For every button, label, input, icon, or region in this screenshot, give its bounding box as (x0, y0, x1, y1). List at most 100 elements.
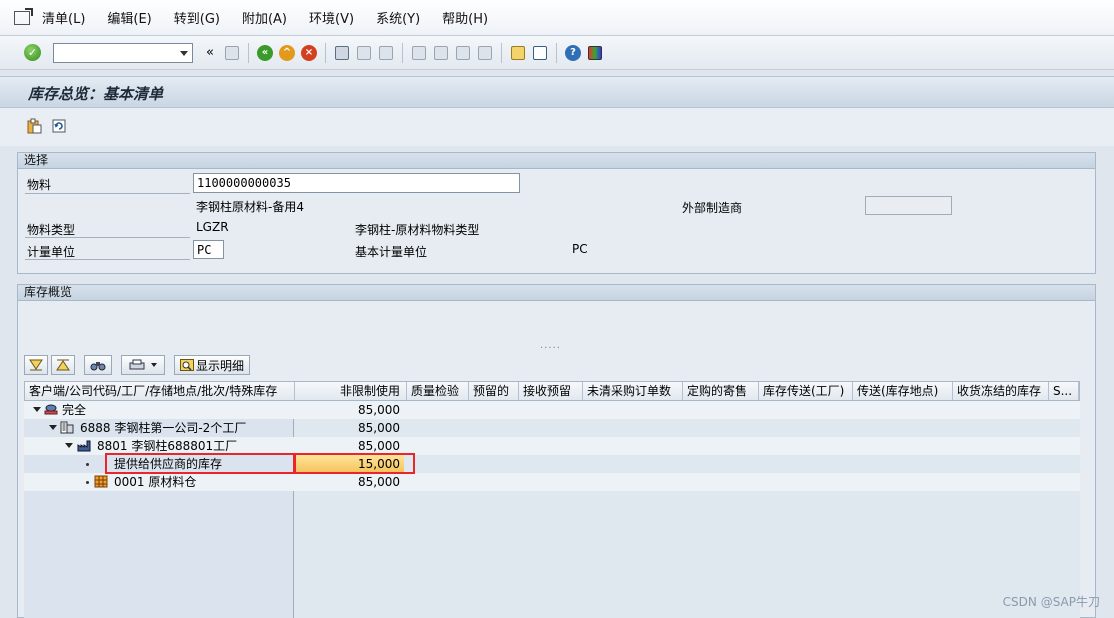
label-underline (25, 259, 190, 260)
exit-icon[interactable]: ^ (278, 44, 296, 62)
splitter-handle[interactable]: ..... (540, 340, 561, 351)
find-grid-button[interactable] (84, 355, 112, 375)
first-page-icon[interactable] (410, 44, 428, 62)
enter-checkmark-icon[interactable]: ✓ (24, 44, 41, 61)
clipboard-icon[interactable] (26, 118, 42, 134)
grid-toolbar: 显示明细 (24, 354, 253, 376)
column-header-more[interactable]: S... (1049, 382, 1079, 400)
show-detail-button[interactable]: 显示明细 (174, 355, 250, 375)
annotation-box-value (294, 453, 415, 474)
label-underline (25, 237, 190, 238)
material-type-description: 李钢柱-原材料物料类型 (355, 223, 480, 237)
column-header-gr-blocked-stock[interactable]: 收货冻结的库存 (953, 382, 1049, 400)
toolbar-separator (248, 42, 249, 63)
application-toolbar (0, 108, 1114, 146)
printer-icon (129, 359, 145, 370)
menu-extras[interactable]: 附加(A) (242, 8, 287, 27)
refresh-icon[interactable] (51, 118, 67, 134)
new-session-icon[interactable] (509, 44, 527, 62)
previous-page-icon[interactable] (432, 44, 450, 62)
save-icon[interactable] (223, 44, 241, 62)
material-label: 物料 (27, 178, 52, 192)
unrestricted-value: 85,000 (358, 421, 400, 435)
command-dropdown-icon[interactable] (180, 50, 188, 56)
client-total-icon (44, 404, 58, 415)
find-icon[interactable] (355, 44, 373, 62)
annotation-box-label (105, 453, 295, 474)
column-header-receipt-reservation[interactable]: 接收预留 (519, 382, 583, 400)
company-building-icon (60, 421, 74, 434)
title-bar: 库存总览：基本清单 (0, 76, 1114, 108)
expand-node-icon[interactable] (65, 443, 73, 448)
help-icon[interactable]: ? (564, 44, 582, 62)
toolbar-separator (501, 42, 502, 63)
unrestricted-value: 85,000 (358, 475, 400, 489)
column-header-open-po-qty[interactable]: 未清采购订单数 (583, 382, 683, 400)
binoculars-icon (90, 362, 106, 371)
unrestricted-value: 85,000 (358, 403, 400, 417)
shortcut-icon[interactable] (531, 44, 549, 62)
leaf-bullet-icon (86, 463, 89, 466)
base-uom-value: PC (572, 242, 588, 256)
tree-row-total[interactable]: 完全 85,000 (24, 401, 1080, 419)
factory-icon (77, 440, 91, 452)
watermark-text: CSDN @SAP牛刀 (1002, 595, 1100, 609)
double-left-icon[interactable]: « (201, 44, 219, 62)
menu-list[interactable]: 清单(L) (42, 8, 85, 27)
command-field[interactable] (53, 42, 193, 63)
next-page-icon[interactable] (454, 44, 472, 62)
menu-bar: 清单(L) 编辑(E) 转到(G) 附加(A) 环境(V) 系统(Y) 帮助(H… (0, 0, 1114, 36)
column-header-transfer-sloc[interactable]: 传送(库存地点) (853, 382, 953, 400)
show-detail-label: 显示明细 (195, 358, 244, 373)
stock-tree-grid: 客户端/公司代码/工厂/存储地点/批次/特殊库存 非限制使用 质量检验 预留的 … (24, 381, 1080, 618)
uom-input[interactable]: PC (193, 240, 224, 259)
column-header-consignment-ordered[interactable]: 定购的寄售 (683, 382, 759, 400)
back-icon[interactable]: « (256, 44, 274, 62)
tree-row-label: 完全 (62, 403, 87, 417)
collapse-all-button[interactable] (51, 355, 75, 375)
stock-overview-frame-title: 库存概览 (18, 285, 1095, 301)
material-type-label: 物料类型 (27, 223, 76, 237)
expand-node-icon[interactable] (49, 425, 57, 430)
leaf-bullet-icon (86, 481, 89, 484)
external-manufacturer-field[interactable] (865, 196, 952, 215)
column-header-stock-transfer-plant[interactable]: 库存传送(工厂) (759, 382, 853, 400)
menu-logo-icon[interactable] (14, 7, 33, 25)
print-grid-button[interactable] (121, 355, 165, 375)
menu-system[interactable]: 系统(Y) (376, 8, 420, 27)
uom-label: 计量单位 (27, 245, 76, 259)
print-icon[interactable] (333, 44, 351, 62)
customize-layout-icon[interactable] (586, 44, 604, 62)
expand-down-icon (29, 359, 43, 371)
toolbar-separator (556, 42, 557, 63)
expand-node-icon[interactable] (33, 407, 41, 412)
tree-row-company-code[interactable]: 6888 李钢柱第一公司-2个工厂 85,000 (24, 419, 1080, 437)
warehouse-grid-icon (94, 475, 108, 488)
find-next-icon[interactable] (377, 44, 395, 62)
grid-header: 客户端/公司代码/工厂/存储地点/批次/特殊库存 非限制使用 质量检验 预留的 … (24, 381, 1080, 401)
base-uom-label: 基本计量单位 (355, 245, 428, 259)
menu-environment[interactable]: 环境(V) (309, 8, 354, 27)
external-manufacturer-label: 外部制造商 (682, 201, 743, 215)
tree-row-storage-location[interactable]: 0001 原材料仓 85,000 (24, 473, 1080, 491)
label-underline (25, 193, 190, 194)
column-header-unrestricted[interactable]: 非限制使用 (295, 382, 407, 400)
standard-toolbar: ✓ « « ^ × ? (0, 36, 1114, 70)
menu-help[interactable]: 帮助(H) (442, 8, 488, 27)
magnifier-icon (179, 359, 194, 371)
toolbar-separator (402, 42, 403, 63)
selection-frame-title: 选择 (18, 153, 1095, 169)
tree-row-label: 6888 李钢柱第一公司-2个工厂 (80, 421, 247, 435)
column-header-quality-inspection[interactable]: 质量检验 (407, 382, 469, 400)
menu-edit[interactable]: 编辑(E) (107, 8, 151, 27)
last-page-icon[interactable] (476, 44, 494, 62)
column-header-hierarchy[interactable]: 客户端/公司代码/工厂/存储地点/批次/特殊库存 (25, 382, 295, 400)
cancel-icon[interactable]: × (300, 44, 318, 62)
expand-all-button[interactable] (24, 355, 48, 375)
column-header-reserved[interactable]: 预留的 (469, 382, 519, 400)
material-type-value: LGZR (196, 220, 229, 234)
material-input[interactable]: 1100000000035 (193, 173, 520, 193)
page-title: 库存总览：基本清单 (28, 85, 164, 103)
menu-goto[interactable]: 转到(G) (174, 8, 220, 27)
toolbar-separator (325, 42, 326, 63)
